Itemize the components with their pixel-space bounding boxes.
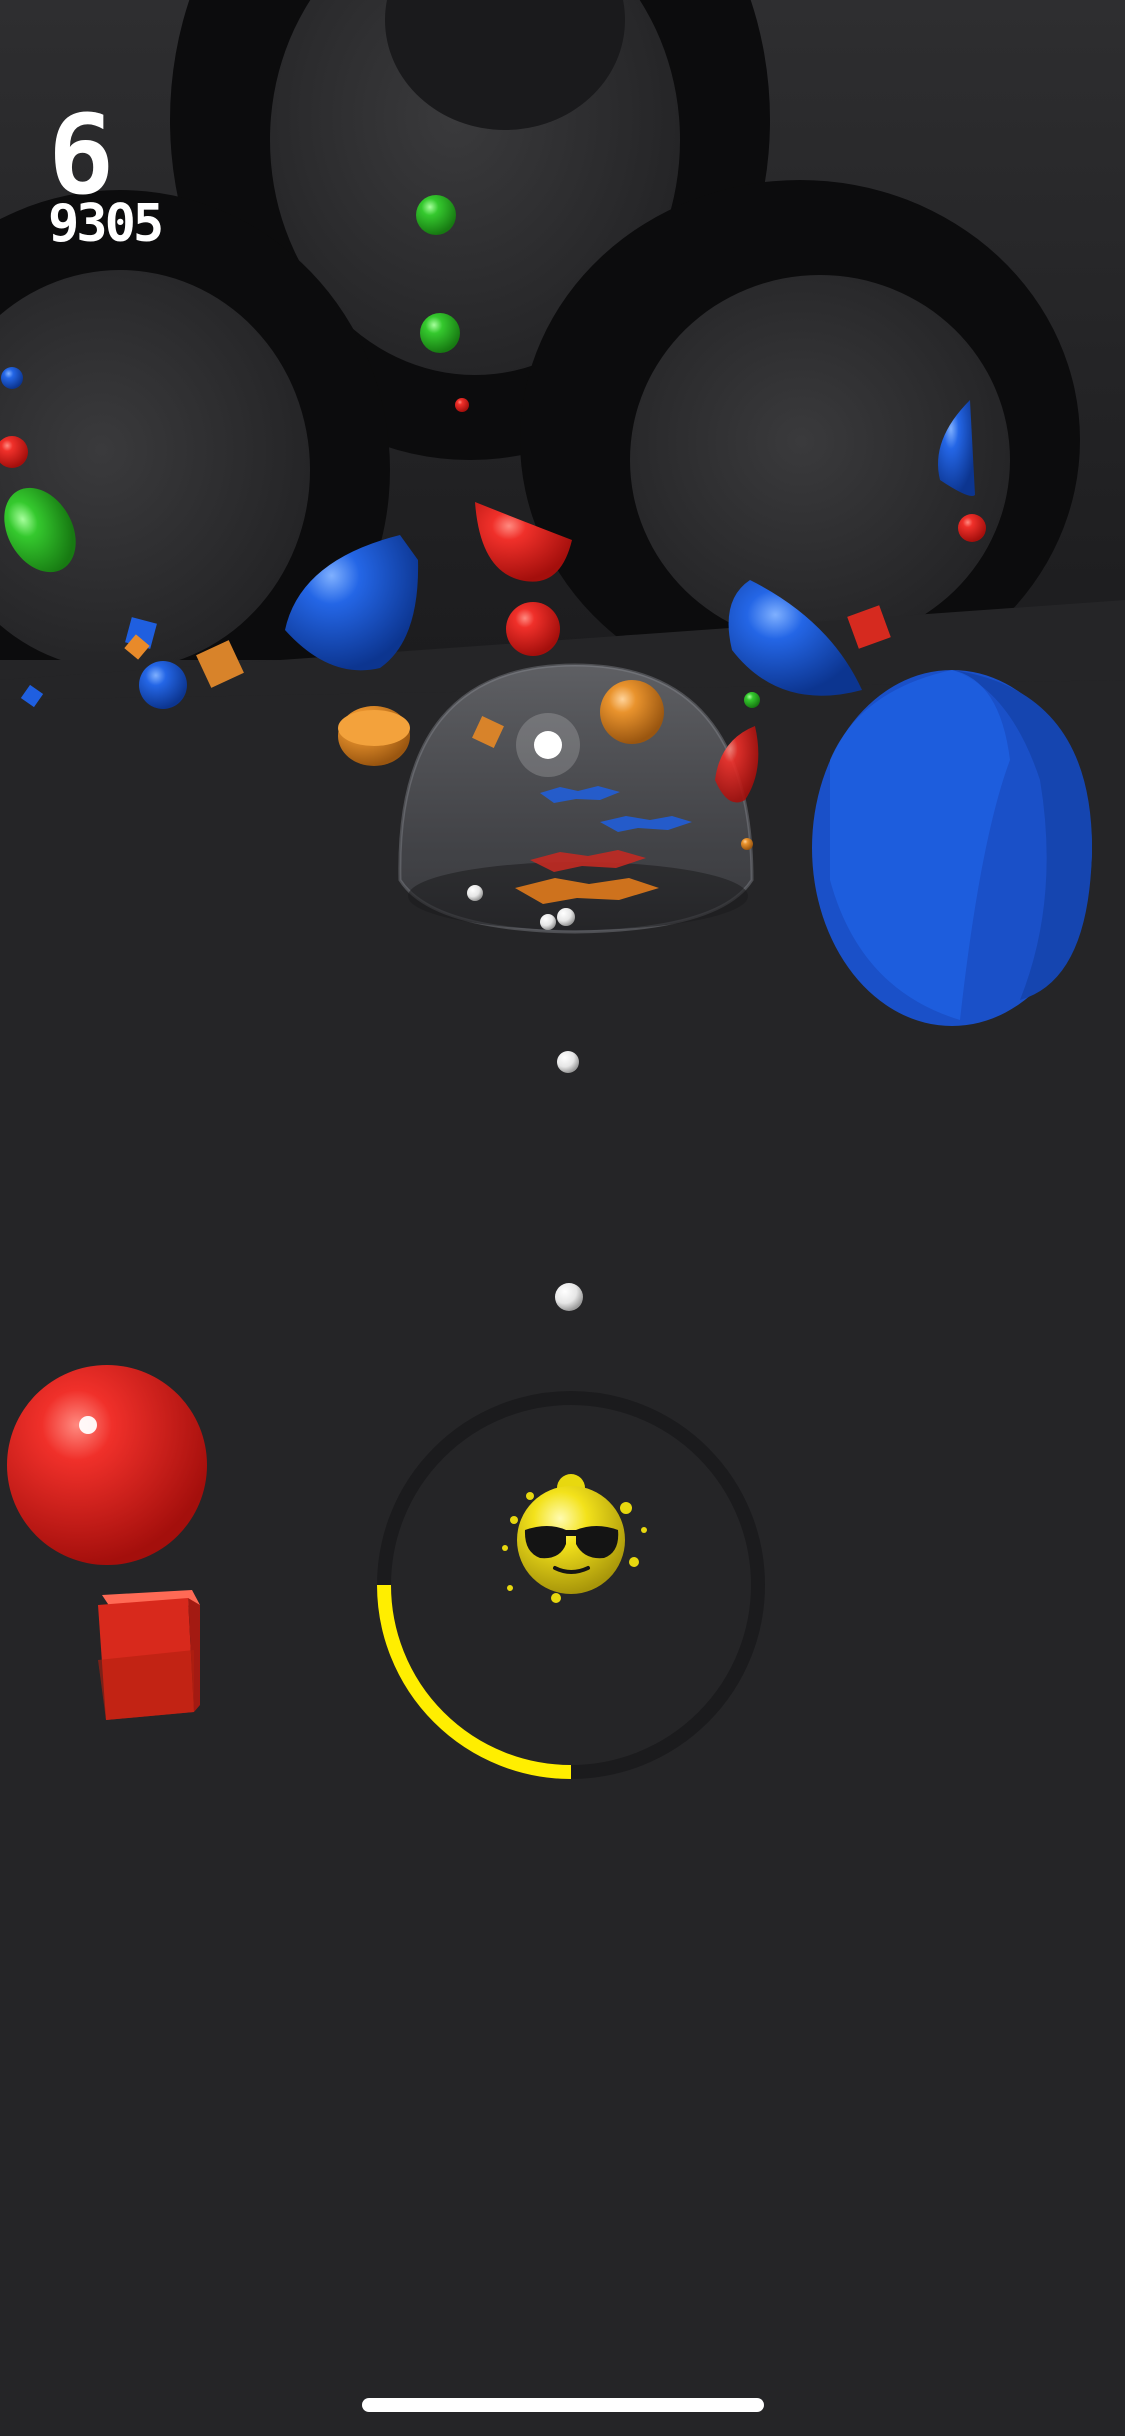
ball-green [744, 692, 760, 708]
ball-white [555, 1283, 583, 1311]
game-scene[interactable] [0, 0, 1125, 2436]
score-counter: 9305 [48, 194, 164, 254]
ball-green [416, 195, 456, 235]
ball-white [557, 1051, 579, 1073]
ball-blue [1, 367, 23, 389]
half-shell-blue-large [812, 670, 1092, 1026]
ball-red [958, 514, 986, 542]
ball-red [455, 398, 469, 412]
ball-green [420, 313, 460, 353]
home-indicator[interactable] [362, 2398, 764, 2412]
ball-red [506, 602, 560, 656]
cube-red-large [98, 1590, 200, 1720]
ball-red-large [7, 1365, 207, 1565]
ball-blue [139, 661, 187, 709]
